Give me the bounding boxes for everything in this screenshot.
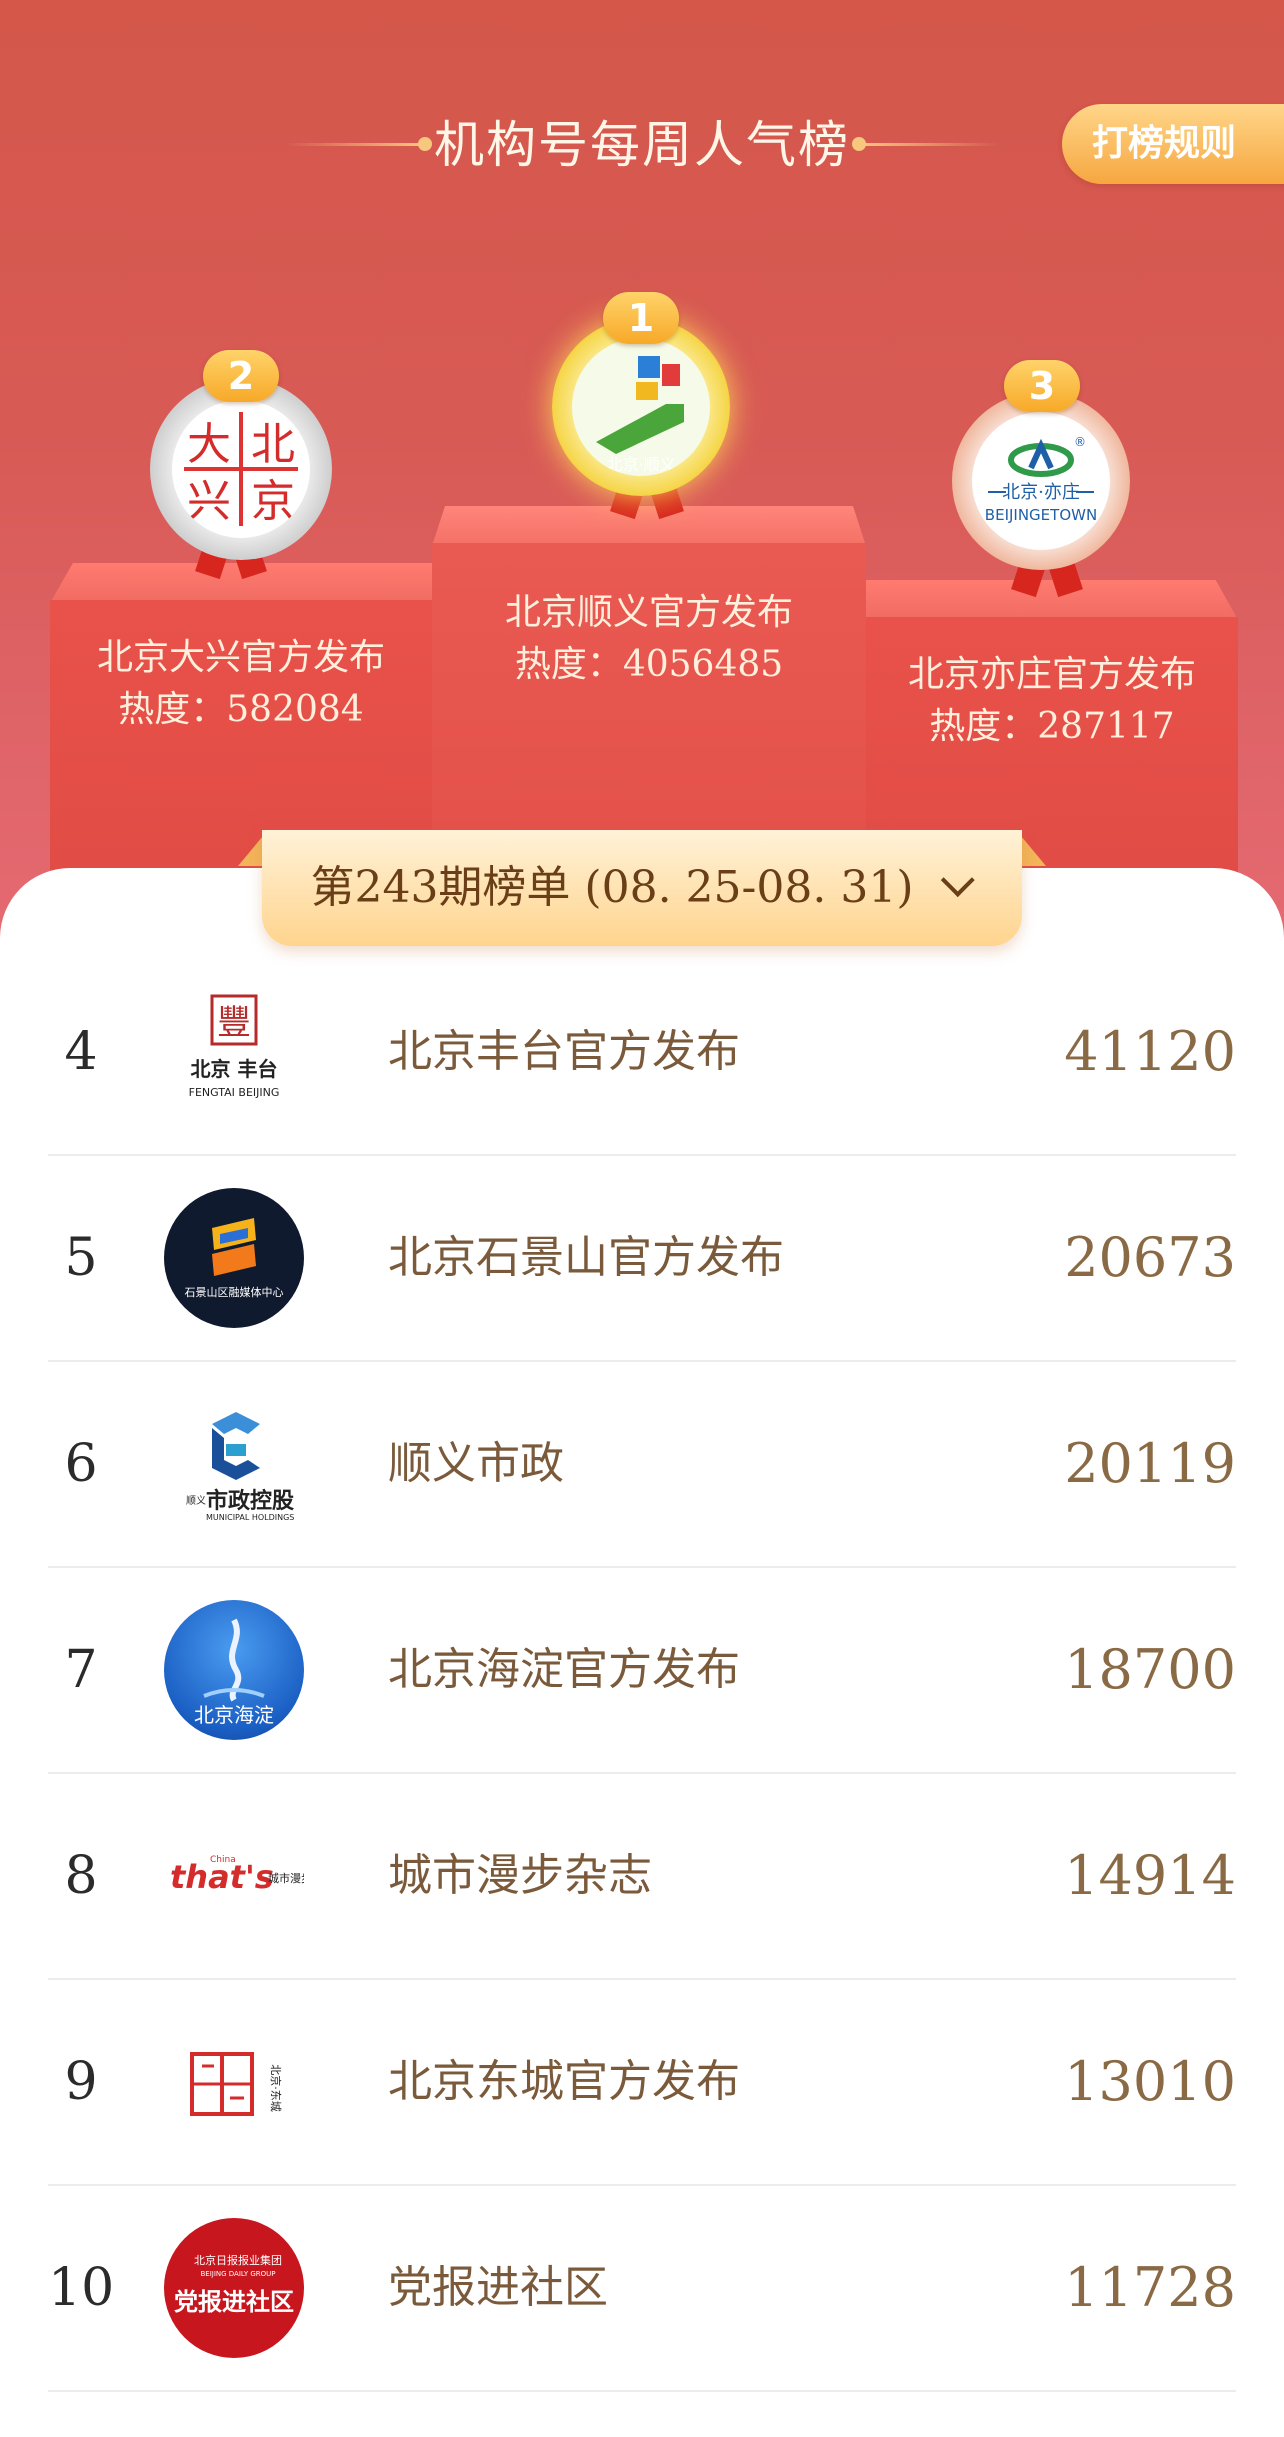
period-selector[interactable]: 第243期榜单 (08. 25-08. 31): [262, 830, 1022, 946]
rank-badge-2: 2: [203, 350, 279, 402]
medal-gold[interactable]: 北京·顺义: [552, 318, 730, 496]
svg-text:兴: 兴: [187, 476, 231, 527]
list-rank: 4: [64, 1022, 98, 1082]
medal-silver[interactable]: 大 北 兴 京: [150, 378, 332, 560]
shijingshan-logo-icon: 石景山区融媒体中心: [164, 1188, 304, 1328]
list-rank: 5: [64, 1228, 98, 1288]
list-rank: 6: [64, 1434, 98, 1494]
period-label: 第243期榜单 (08. 25-08. 31): [310, 862, 914, 913]
svg-text:市政控股: 市政控股: [206, 1488, 294, 1514]
svg-text:BEIJINGETOWN: BEIJINGETOWN: [985, 506, 1097, 524]
svg-text:顺义: 顺义: [186, 1495, 206, 1507]
podium-name-2: 北京大兴官方发布: [96, 637, 385, 678]
medal-bronze[interactable]: ® 北京·亦庄 BEIJINGETOWN: [952, 392, 1130, 570]
list-name: 北京石景山官方发布: [388, 1232, 784, 1283]
svg-text:北京·东城: 北京·东城: [269, 2064, 283, 2112]
svg-text:FENGTAI BEIJING: FENGTAI BEIJING: [189, 1086, 280, 1099]
list-name: 北京东城官方发布: [388, 2056, 740, 2107]
svg-text:北: 北: [251, 419, 295, 470]
podium-name-1: 北京顺义官方发布: [504, 592, 793, 633]
yizhuang-logo-icon: ® 北京·亦庄 BEIJINGETOWN: [985, 435, 1097, 524]
fengtai-logo-icon: 豐 北京 丰台 FENGTAI BEIJING: [164, 982, 304, 1122]
hero-banner: 机构号每周人气榜 打榜规则 北京大兴官方发布 热度：582084 北京亦庄官方发…: [0, 0, 1284, 960]
list-name: 城市漫步杂志: [388, 1850, 652, 1901]
svg-text:豐: 豐: [217, 1003, 251, 1043]
list-item[interactable]: 8 that's China 城市漫步 城市漫步杂志 14914: [48, 1774, 1236, 1980]
svg-text:北京 丰台: 北京 丰台: [191, 1057, 278, 1081]
list-name: 党报进社区: [388, 2262, 608, 2313]
list-score: 41120: [1064, 1020, 1236, 1083]
svg-text:北京·顺义: 北京·顺义: [606, 455, 675, 472]
svg-text:城市漫步: 城市漫步: [268, 1871, 304, 1885]
list-rank: 9: [64, 2052, 98, 2112]
rules-button[interactable]: 打榜规则: [1062, 104, 1284, 184]
podium-heat-1: 热度：4056485: [514, 644, 784, 685]
svg-text:大: 大: [187, 419, 231, 470]
list-name: 北京丰台官方发布: [388, 1026, 740, 1077]
list-score: 14914: [1064, 1844, 1236, 1907]
list-score: 20673: [1064, 1226, 1236, 1289]
shunyi-logo-icon: 北京·顺义: [596, 356, 684, 472]
list-rank: 10: [48, 2258, 115, 2318]
rank-badge-1: 1: [603, 292, 679, 344]
list-item[interactable]: 6 顺义 市政控股 MUNICIPAL HOLDINGS 顺义市政 20119: [48, 1362, 1236, 1568]
svg-text:China: China: [210, 1855, 236, 1865]
svg-text:石景山区融媒体中心: 石景山区融媒体中心: [185, 1285, 284, 1299]
svg-text:BEIJING DAILY GROUP: BEIJING DAILY GROUP: [200, 2270, 275, 2278]
beijing-daily-logo-icon: 北京日报报业集团 BEIJING DAILY GROUP 党报进社区: [164, 2218, 304, 2358]
list-item[interactable]: 9 北京·东城 北京东城官方发布 13010: [48, 1980, 1236, 2186]
podium-top-3: [866, 580, 1238, 620]
list-name: 顺义市政: [388, 1438, 564, 1489]
list-name: 北京海淀官方发布: [388, 1644, 740, 1695]
svg-text:®: ®: [1074, 435, 1086, 449]
podium-heat-3: 热度：287117: [929, 706, 1175, 747]
thats-logo-icon: that's China 城市漫步: [164, 1806, 304, 1946]
podium-heat-2: 热度：582084: [118, 689, 364, 730]
dongcheng-logo-icon: 北京·东城: [164, 2012, 304, 2152]
list-item[interactable]: 10 北京日报报业集团 BEIJING DAILY GROUP 党报进社区 党报…: [48, 2186, 1236, 2392]
list-item[interactable]: 4 豐 北京 丰台 FENGTAI BEIJING 北京丰台官方发布 41120: [48, 950, 1236, 1156]
svg-text:北京日报报业集团: 北京日报报业集团: [194, 2253, 282, 2267]
list-item[interactable]: 5 石景山区融媒体中心 北京石景山官方发布 20673: [48, 1156, 1236, 1362]
list-score: 11728: [1064, 2256, 1236, 2319]
chevron-down-icon: [940, 863, 975, 898]
haidian-logo-icon: 北京海淀: [164, 1600, 304, 1740]
svg-text:党报进社区: 党报进社区: [174, 2287, 294, 2316]
title-decoration-right: [860, 143, 1000, 146]
daxing-logo-icon: 大 北 兴 京: [184, 412, 298, 527]
svg-text:MUNICIPAL HOLDINGS: MUNICIPAL HOLDINGS: [206, 1513, 294, 1522]
list-item[interactable]: 7 北京海淀 北京海淀官方发布 18700: [48, 1568, 1236, 1774]
svg-text:北京·亦庄: 北京·亦庄: [1002, 482, 1080, 503]
svg-text:北京海淀: 北京海淀: [194, 1703, 274, 1727]
list-score: 18700: [1064, 1638, 1236, 1701]
list-rank: 8: [64, 1846, 98, 1906]
shunyi-municipal-logo-icon: 顺义 市政控股 MUNICIPAL HOLDINGS: [164, 1394, 304, 1534]
list-rank: 7: [64, 1640, 98, 1700]
list-score: 13010: [1064, 2050, 1236, 2113]
rank-badge-3: 3: [1004, 360, 1080, 412]
list-score: 20119: [1064, 1432, 1236, 1495]
podium-top-1: [432, 506, 866, 546]
podium-name-3: 北京亦庄官方发布: [907, 654, 1196, 695]
